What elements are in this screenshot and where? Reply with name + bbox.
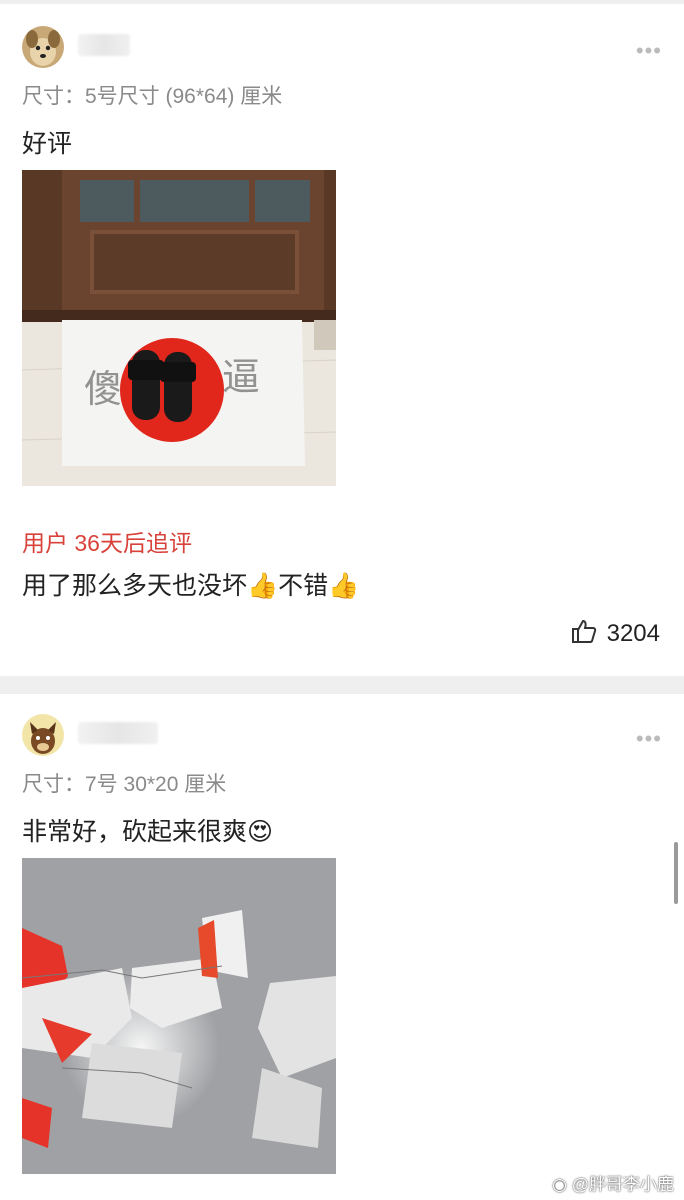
- review-spec: 尺寸：7号 30*20 厘米: [22, 773, 227, 796]
- section-divider: [0, 676, 684, 694]
- review-photo[interactable]: [22, 858, 336, 1174]
- review-text: 非常好，砍起来很爽😍: [22, 818, 274, 846]
- weibo-icon: ◉: [552, 1175, 567, 1194]
- username-blurred: [78, 34, 130, 56]
- review-text: 好评: [22, 130, 73, 158]
- thumbs-up-icon: [571, 618, 597, 650]
- like-count: 3204: [606, 620, 660, 647]
- watermark: ◉ @胖哥李小鹿: [552, 1170, 674, 1195]
- avatar[interactable]: [22, 714, 64, 756]
- scrollbar[interactable]: [674, 842, 678, 904]
- review-card: ••• 尺寸：5号尺寸 (96*64) 厘米 好评 傻 逼 用户 36天后追评 …: [0, 4, 684, 676]
- more-dots-icon[interactable]: •••: [636, 728, 662, 750]
- followup-label: 用户 36天后追评: [22, 530, 192, 556]
- followup-text: 用了那么多天也没坏👍不错👍: [22, 572, 360, 600]
- photo-mark-right: 逼: [222, 355, 261, 399]
- more-dots-icon[interactable]: •••: [636, 40, 662, 62]
- review-card: ••• 尺寸：7号 30*20 厘米 非常好，砍起来很爽😍: [0, 694, 684, 1200]
- photo-mark-left: 傻: [84, 367, 123, 411]
- username-blurred: [78, 722, 158, 744]
- review-photo[interactable]: 傻 逼: [22, 170, 336, 486]
- avatar[interactable]: [22, 26, 64, 68]
- watermark-text: @胖哥李小鹿: [571, 1175, 674, 1194]
- like-button[interactable]: 3204: [571, 618, 660, 650]
- review-spec: 尺寸：5号尺寸 (96*64) 厘米: [22, 85, 283, 108]
